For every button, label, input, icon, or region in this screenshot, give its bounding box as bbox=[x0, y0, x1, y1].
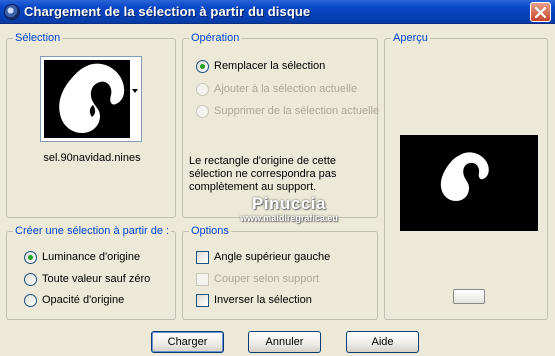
radio-button[interactable] bbox=[196, 104, 209, 118]
selection-legend: Sélection bbox=[13, 32, 63, 44]
checkbox[interactable] bbox=[196, 272, 209, 286]
radio-label: Remplacer la sélection bbox=[214, 60, 326, 72]
selection-group: Sélection sel.90navidad.nines bbox=[6, 32, 176, 218]
radio-any-non-zero[interactable]: Toute valeur sauf zéro bbox=[24, 271, 150, 287]
create-legend: Créer une sélection à partir de : bbox=[13, 225, 172, 237]
preview-options-button[interactable] bbox=[453, 289, 485, 304]
watermark-url: www.maidiregrafica.eu bbox=[240, 213, 338, 223]
radio-button[interactable] bbox=[24, 250, 37, 264]
app-icon bbox=[4, 4, 20, 20]
selection-picker[interactable] bbox=[40, 56, 142, 142]
radio-replace-selection[interactable]: Remplacer la sélection bbox=[196, 58, 325, 74]
radio-label: Toute valeur sauf zéro bbox=[42, 273, 151, 285]
watermark: Pinuccia www.maidiregrafica.eu bbox=[224, 194, 354, 223]
radio-button[interactable] bbox=[24, 272, 37, 286]
title-bar: Chargement de la sélection à partir du d… bbox=[0, 0, 555, 24]
checkbox[interactable] bbox=[196, 293, 209, 307]
options-group: Options Angle supérieur gauche Couper se… bbox=[182, 225, 378, 320]
radio-label: Supprimer de la sélection actuelle bbox=[214, 105, 380, 117]
radio-label: Opacité d'origine bbox=[42, 294, 125, 306]
radio-label: Luminance d'origine bbox=[42, 251, 141, 263]
preview-legend: Aperçu bbox=[391, 32, 430, 44]
radio-label: Ajouter à la sélection actuelle bbox=[214, 83, 358, 95]
preview-shape-icon bbox=[440, 152, 489, 201]
radio-button[interactable] bbox=[196, 82, 209, 96]
selection-shape-icon bbox=[59, 63, 125, 133]
window-title: Chargement de la sélection à partir du d… bbox=[24, 4, 311, 19]
create-selection-group: Créer une sélection à partir de : Lumina… bbox=[6, 225, 176, 320]
radio-add-to-selection[interactable]: Ajouter à la sélection actuelle bbox=[196, 81, 357, 97]
close-button[interactable] bbox=[530, 2, 551, 22]
help-button[interactable]: Aide bbox=[346, 331, 419, 353]
checkbox[interactable] bbox=[196, 250, 209, 264]
radio-source-luminance[interactable]: Luminance d'origine bbox=[24, 249, 140, 265]
checkbox-label: Angle supérieur gauche bbox=[214, 251, 331, 263]
radio-button[interactable] bbox=[24, 293, 37, 307]
checkbox-label: Couper selon support bbox=[214, 273, 320, 285]
checkbox-crop-to-canvas[interactable]: Couper selon support bbox=[196, 271, 319, 287]
selection-filename: sel.90navidad.nines bbox=[43, 152, 141, 164]
checkbox-label: Inverser la sélection bbox=[214, 294, 312, 306]
checkbox-invert-selection[interactable]: Inverser la sélection bbox=[196, 292, 312, 308]
cancel-button[interactable]: Annuler bbox=[248, 331, 321, 353]
preview-group: Aperçu bbox=[384, 32, 548, 320]
radio-remove-from-selection[interactable]: Supprimer de la sélection actuelle bbox=[196, 103, 379, 119]
chevron-down-icon[interactable] bbox=[131, 87, 139, 95]
radio-source-opacity[interactable]: Opacité d'origine bbox=[24, 292, 124, 308]
preview-image bbox=[400, 135, 538, 231]
mismatch-note: Le rectangle d'origine de cette sélectio… bbox=[189, 155, 337, 193]
watermark-name: Pinuccia bbox=[252, 194, 326, 213]
close-icon bbox=[535, 7, 546, 18]
operation-group: Opération Remplacer la sélection Ajouter… bbox=[182, 32, 379, 218]
radio-button[interactable] bbox=[196, 59, 209, 73]
selection-thumbnail bbox=[44, 60, 130, 138]
options-legend: Options bbox=[189, 225, 231, 237]
operation-legend: Opération bbox=[189, 32, 242, 44]
checkbox-top-left-corner[interactable]: Angle supérieur gauche bbox=[196, 249, 330, 265]
load-button[interactable]: Charger bbox=[151, 331, 224, 353]
